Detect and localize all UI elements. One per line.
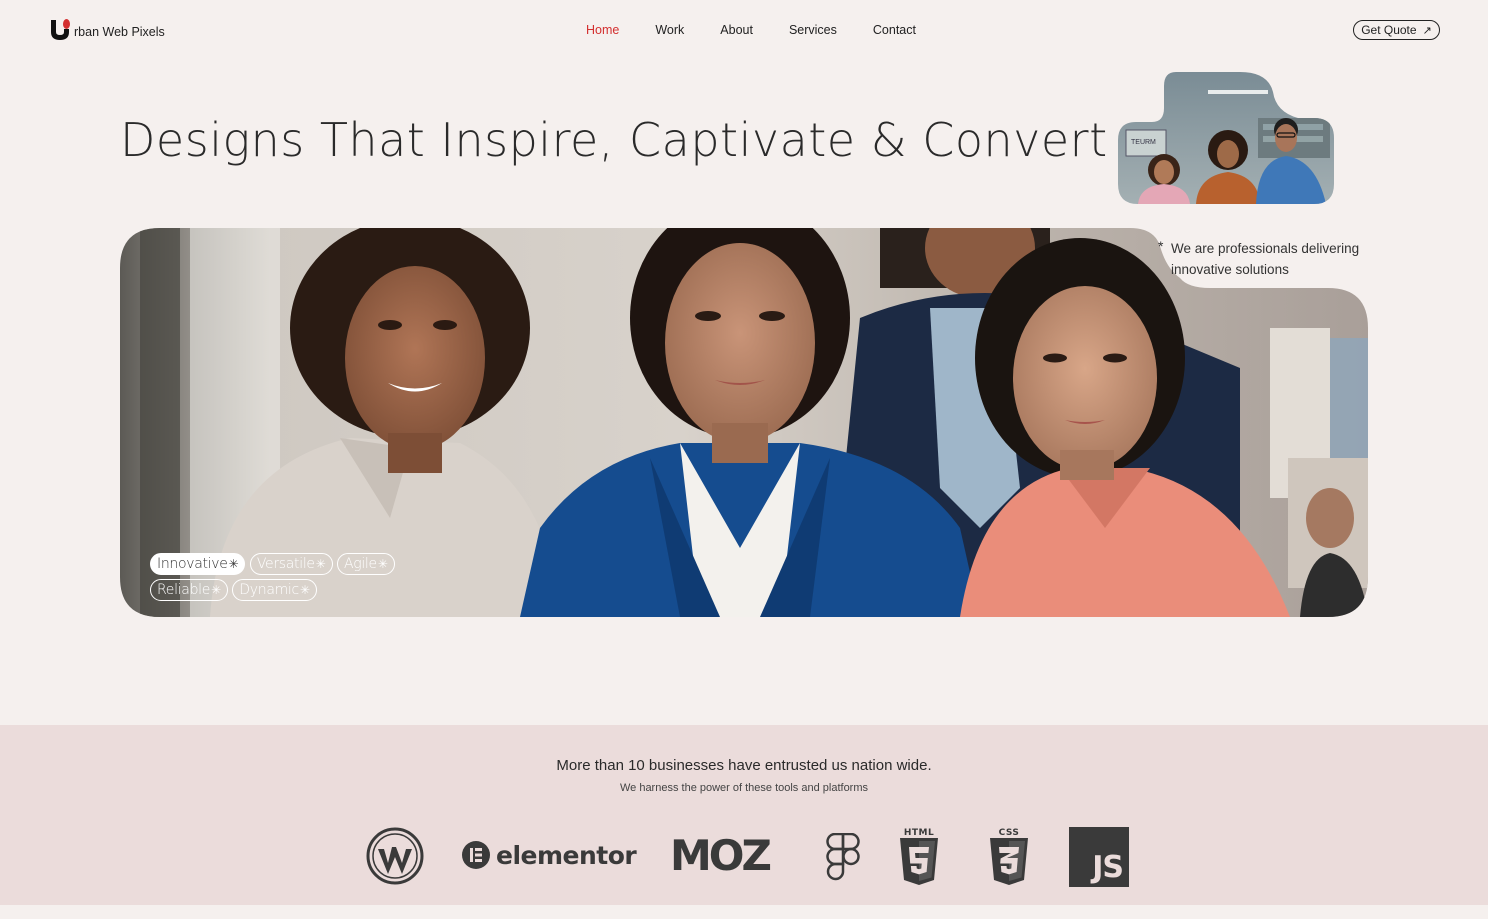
star-icon: ✳ (377, 557, 388, 571)
u-letter-logo-icon (49, 18, 73, 42)
tag-dynamic[interactable]: Dynamic ✳ (232, 579, 317, 601)
html5-text: HTML (903, 828, 935, 838)
get-quote-label: Get Quote (1361, 23, 1417, 37)
tag-label: Agile (343, 556, 377, 572)
css3-text: CSS (998, 828, 1020, 838)
nav-home[interactable]: Home (586, 23, 619, 37)
html5-icon: HTML (898, 828, 940, 886)
elementor-text: elementor (496, 840, 637, 870)
tag-agile[interactable]: Agile ✳ (336, 553, 395, 575)
css3-icon: CSS (988, 828, 1030, 886)
moz-icon: MOZ (670, 835, 772, 877)
nav-contact[interactable]: Contact (873, 23, 916, 37)
star-icon: ✳ (211, 583, 221, 597)
hero-title: Designs That Inspire, Captivate & Conver… (120, 113, 1108, 167)
hero-tagline: * We are professionals delivering innova… (1158, 238, 1368, 280)
star-icon: ✳ (315, 557, 326, 571)
tag-versatile[interactable]: Versatile ✳ (249, 553, 333, 575)
moz-text: MOZ (670, 831, 772, 880)
team-sign-text: TEURM (1131, 139, 1156, 146)
partners-title: More than 10 businesses have entrusted u… (556, 757, 932, 774)
wordpress-icon (366, 827, 424, 890)
hero-tags: Innovative ✳ Versatile ✳ Agile ✳ Reliable ✳ … (150, 553, 470, 605)
js-text: JS (1092, 850, 1124, 885)
get-quote-button[interactable]: Get Quote ↗ (1353, 20, 1440, 40)
asterisk-icon: * (1158, 238, 1164, 254)
top-navigation: rban Web Pixels Home Work About Services… (0, 0, 1488, 62)
arrow-up-right-icon: ↗ (1422, 24, 1432, 37)
figma-icon (825, 832, 861, 886)
main-menu: Home Work About Services Contact (586, 23, 952, 37)
brand-logo[interactable]: rban Web Pixels (49, 18, 165, 42)
star-icon: ✳ (228, 557, 239, 571)
tag-reliable[interactable]: Reliable ✳ (150, 579, 228, 601)
tag-label: Reliable (157, 582, 211, 598)
partners-subtitle: We harness the power of these tools and … (619, 782, 869, 794)
javascript-icon: JS (1069, 827, 1129, 887)
nav-about[interactable]: About (720, 23, 753, 37)
tag-label: Innovative (157, 556, 228, 572)
tagline-text: We are professionals delivering innovati… (1171, 241, 1360, 277)
brand-name: rban Web Pixels (74, 25, 165, 39)
tag-label: Dynamic (239, 582, 299, 598)
tag-label: Versatile (256, 556, 315, 572)
elementor-icon: elementor (461, 840, 637, 870)
nav-services[interactable]: Services (789, 23, 837, 37)
star-icon: ✳ (299, 583, 310, 597)
page-bottom-strip (0, 905, 1488, 919)
nav-work[interactable]: Work (655, 23, 684, 37)
partners-section: More than 10 businesses have entrusted u… (0, 725, 1488, 905)
team-photo: TEURM (1118, 72, 1334, 204)
tag-innovative[interactable]: Innovative ✳ (150, 553, 246, 575)
